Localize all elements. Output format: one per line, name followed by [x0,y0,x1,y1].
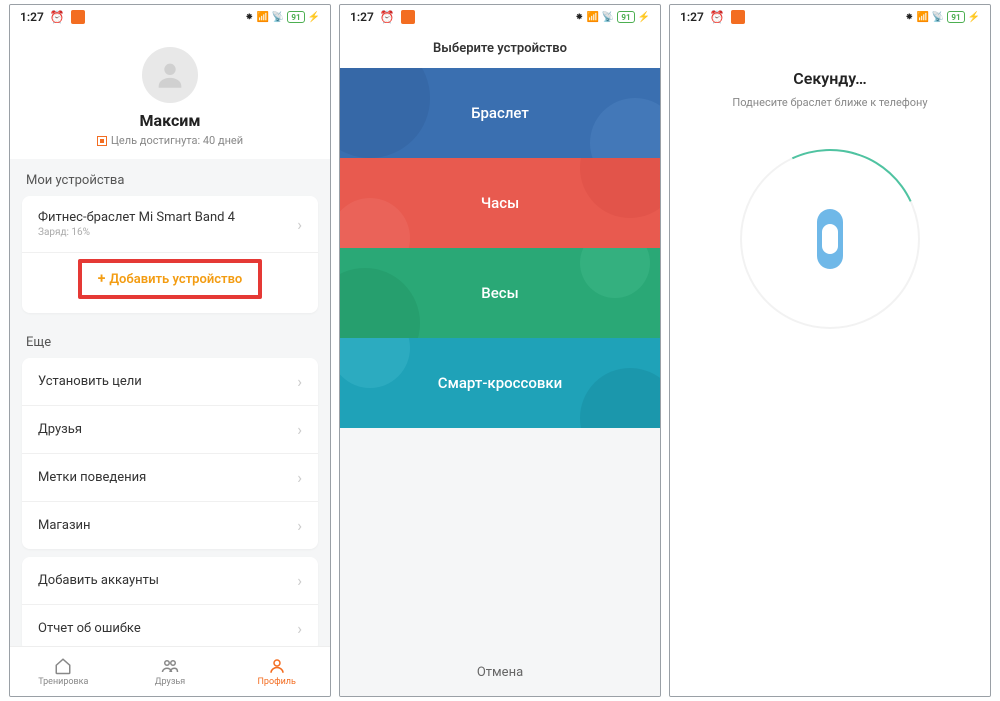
tile-watch[interactable]: Часы [340,158,660,248]
username: Максим [10,111,330,130]
charge-icon: ⚡ [968,12,980,23]
battery-icon: 91 [287,11,304,23]
wifi-icon: 📡 [272,12,284,23]
section-more-title: Еще [10,321,330,358]
row-goals[interactable]: Установить цели › [22,358,318,406]
alarm-icon: ⏰ [380,10,395,24]
device-charge: Заряд: 16% [38,227,235,238]
tile-bracelet[interactable]: Браслет [340,68,660,158]
goal-icon [97,136,107,146]
profile-icon [268,657,286,675]
devices-card: Фитнес-браслет Mi Smart Band 4 Заряд: 16… [22,196,318,313]
status-bar: 1:27 ⏰ ⁕ 📶 📡 91 ⚡ [10,5,330,29]
wifi-icon: 📡 [602,12,614,23]
signal-icon: 📶 [916,12,928,23]
avatar[interactable] [142,47,198,103]
signal-icon: 📶 [586,12,598,23]
tile-scale[interactable]: Весы [340,248,660,338]
row-friends[interactable]: Друзья › [22,406,318,454]
screen-select-device: 1:27 ⏰ ⁕ 📶 📡 91 ⚡ Выберите устройство Бр… [339,4,661,697]
signal-icon: 📶 [256,12,268,23]
status-bar: 1:27 ⏰ ⁕ 📶 📡 91 ⚡ [670,5,990,29]
chevron-right-icon: › [297,468,302,487]
row-behavior[interactable]: Метки поведения › [22,454,318,502]
chevron-right-icon: › [297,516,302,535]
goal-text: Цель достигнута: 40 дней [10,134,330,147]
more-card-2: Добавить аккаунты › Отчет об ошибке › [22,557,318,646]
row-accounts[interactable]: Добавить аккаунты › [22,557,318,605]
home-icon [54,657,72,675]
wifi-icon: 📡 [932,12,944,23]
add-device-button[interactable]: + Добавить устройство [78,259,263,299]
nav-friends[interactable]: Друзья [117,647,224,696]
bluetooth-icon: ⁕ [905,12,913,23]
notification-icon [401,10,415,24]
cancel-button[interactable]: Отмена [340,649,660,696]
section-devices-title: Мои устройства [10,159,330,196]
notification-icon [731,10,745,24]
profile-header: Максим Цель достигнута: 40 дней [10,29,330,159]
device-row[interactable]: Фитнес-браслет Mi Smart Band 4 Заряд: 16… [22,196,318,253]
battery-icon: 91 [617,11,634,23]
bottom-nav: Тренировка Друзья Профиль [10,646,330,696]
tile-shoe[interactable]: Смарт-кроссовки [340,338,660,428]
charge-icon: ⚡ [638,12,650,23]
status-time: 1:27 [350,10,374,24]
chevron-right-icon: › [297,420,302,439]
row-store[interactable]: Магазин › [22,502,318,549]
status-bar: 1:27 ⏰ ⁕ 📶 📡 91 ⚡ [340,5,660,29]
searching-spinner [740,149,920,329]
select-device-title: Выберите устройство [340,29,660,68]
chevron-right-icon: › [297,372,302,391]
screen-searching: 1:27 ⏰ ⁕ 📶 📡 91 ⚡ Секунду… Поднесите бра… [669,4,991,697]
friends-icon [161,657,179,675]
band-icon [817,209,843,269]
more-card-1: Установить цели › Друзья › Метки поведен… [22,358,318,549]
notification-icon [71,10,85,24]
alarm-icon: ⏰ [710,10,725,24]
bluetooth-icon: ⁕ [575,12,583,23]
row-report[interactable]: Отчет об ошибке › [22,605,318,646]
screen-profile: 1:27 ⏰ ⁕ 📶 📡 91 ⚡ Максим Цель достигнута… [9,4,331,697]
charge-icon: ⚡ [308,12,320,23]
nav-training[interactable]: Тренировка [10,647,117,696]
status-time: 1:27 [680,10,704,24]
chevron-right-icon: › [297,571,302,590]
status-time: 1:27 [20,10,44,24]
alarm-icon: ⏰ [50,10,65,24]
plus-icon: + [98,271,106,287]
nav-profile[interactable]: Профиль [223,647,330,696]
person-icon [153,58,187,92]
searching-subtitle: Поднесите браслет ближе к телефону [670,96,990,109]
device-name: Фитнес-браслет Mi Smart Band 4 [38,210,235,225]
chevron-right-icon: › [297,619,302,638]
chevron-right-icon: › [297,215,302,234]
bluetooth-icon: ⁕ [245,12,253,23]
battery-icon: 91 [947,11,964,23]
searching-title: Секунду… [670,69,990,88]
